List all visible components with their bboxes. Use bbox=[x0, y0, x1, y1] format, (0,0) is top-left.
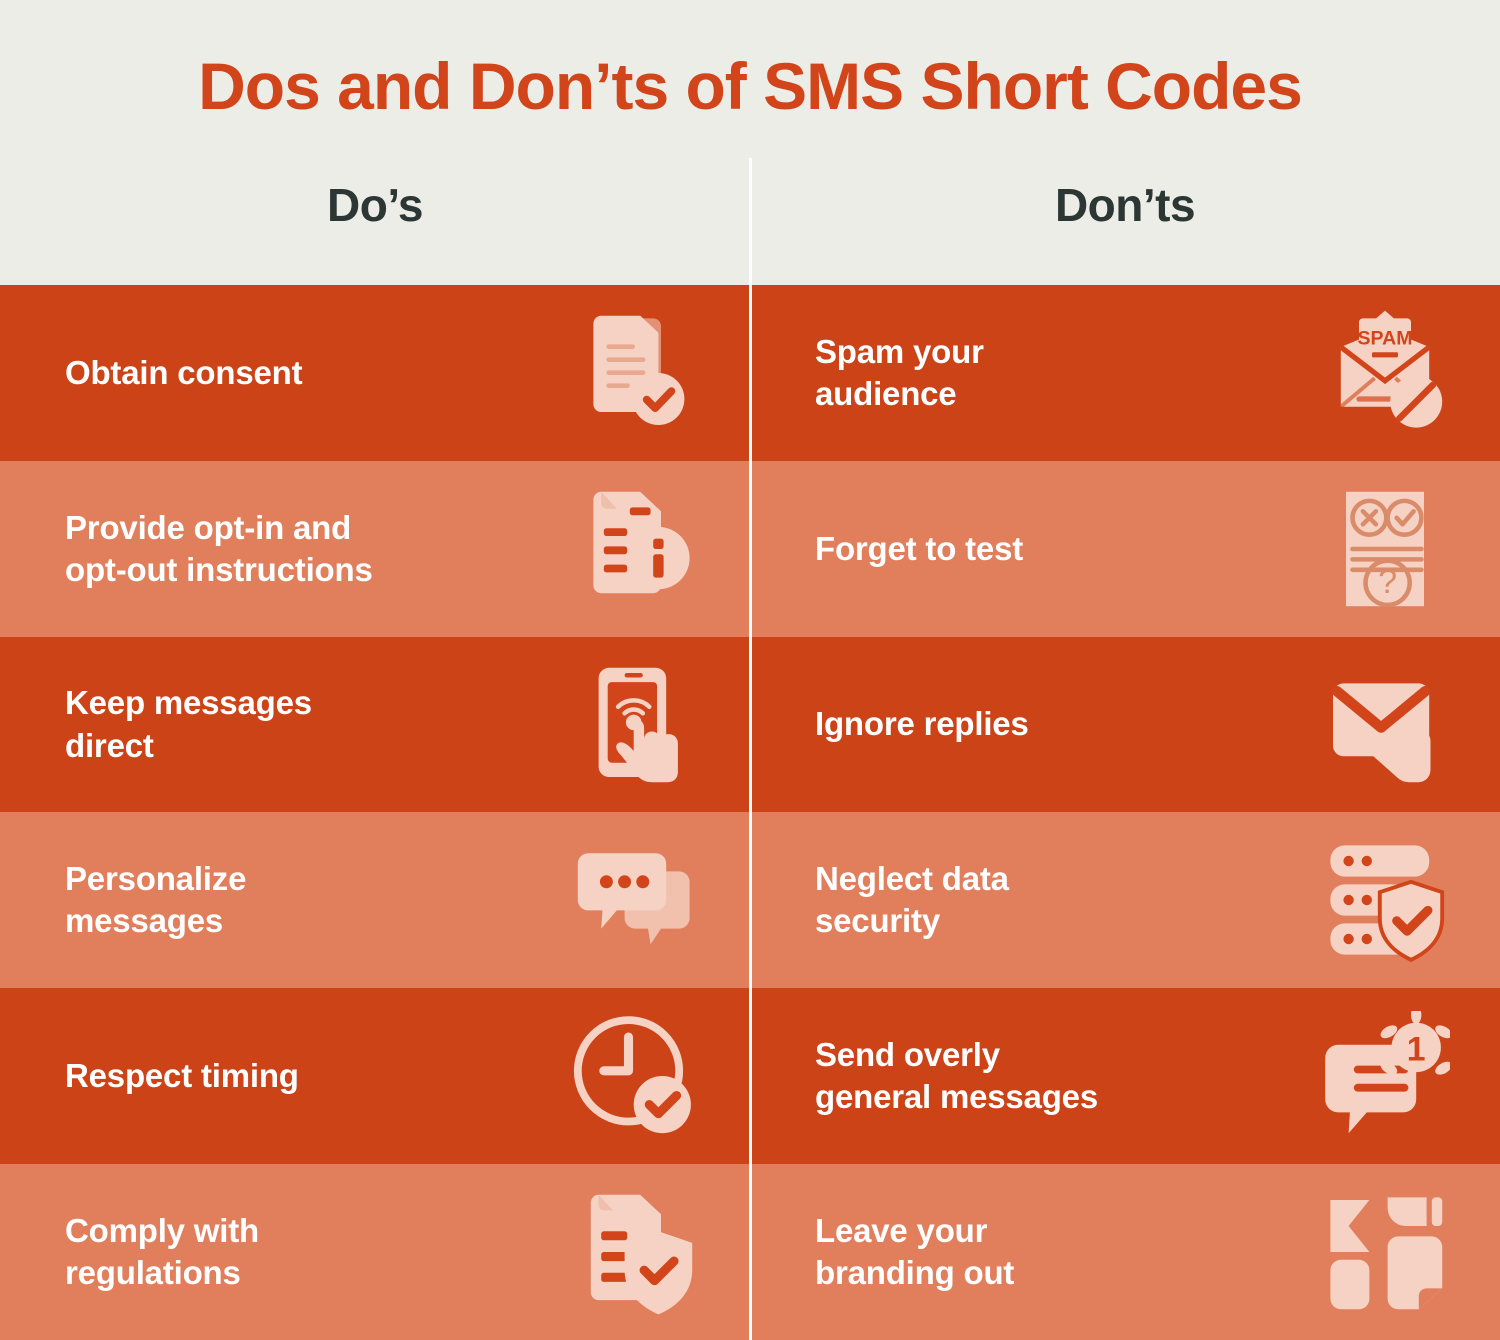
column-headings: Do’s Don’ts bbox=[0, 178, 1500, 258]
document-shield-check-icon bbox=[570, 1187, 700, 1317]
cell-donts: Leave your branding out bbox=[750, 1164, 1500, 1340]
cell-label: Personalize messages bbox=[65, 860, 247, 940]
cell-label: Leave your branding out bbox=[815, 1211, 1015, 1292]
cell-donts: Spam your audience bbox=[750, 285, 1500, 461]
column-divider bbox=[749, 460, 752, 637]
column-divider bbox=[749, 285, 752, 461]
table-row: Personalize messages Neglect data securit… bbox=[0, 812, 1500, 989]
document-check-icon bbox=[570, 308, 700, 438]
envelope-reply-icon bbox=[1320, 660, 1450, 790]
header: Dos and Don’ts of SMS Short Codes Do’s D… bbox=[0, 0, 1500, 285]
infographic-page: Dos and Don’ts of SMS Short Codes Do’s D… bbox=[0, 0, 1500, 1340]
cell-label: Comply with regulations bbox=[65, 1211, 259, 1292]
table-row: Comply with regulations Leave your brandi… bbox=[0, 1164, 1500, 1340]
cell-dos: Personalize messages bbox=[0, 812, 750, 988]
column-divider bbox=[749, 636, 752, 813]
cell-donts: Ignore replies bbox=[750, 637, 1500, 813]
cell-dos: Respect timing bbox=[0, 988, 750, 1164]
table-row: Keep messages direct Ignore replies bbox=[0, 636, 1500, 813]
cell-label: Respect timing bbox=[65, 1057, 299, 1095]
table-row: Respect timing Send overly general messag… bbox=[0, 988, 1500, 1165]
cell-label: Send overly general messages bbox=[815, 1035, 1098, 1116]
cell-donts: Send overly general messages bbox=[750, 988, 1500, 1164]
column-divider bbox=[749, 812, 752, 989]
page-title: Dos and Don’ts of SMS Short Codes bbox=[198, 49, 1303, 123]
phone-tap-icon bbox=[570, 660, 700, 790]
test-sheet-question-icon bbox=[1320, 484, 1450, 614]
cell-label: Keep messages direct bbox=[65, 684, 312, 764]
cell-dos: Comply with regulations bbox=[0, 1164, 750, 1340]
server-shield-check-icon bbox=[1320, 835, 1450, 965]
cell-label: Ignore replies bbox=[815, 705, 1029, 743]
cell-dos: Provide opt-in and opt-out instructions bbox=[0, 461, 750, 637]
spam-envelope-blocked-icon bbox=[1320, 308, 1450, 438]
cell-label: Provide opt-in and opt-out instructions bbox=[65, 508, 373, 588]
chat-bubbles-icon bbox=[570, 835, 700, 965]
column-heading-dos: Do’s bbox=[327, 179, 423, 231]
table-row: Provide opt-in and opt-out instructions F… bbox=[0, 460, 1500, 637]
document-info-icon bbox=[570, 484, 700, 614]
cell-donts: Forget to test bbox=[750, 461, 1500, 637]
column-divider bbox=[749, 988, 752, 1165]
clock-check-icon bbox=[570, 1011, 700, 1141]
cell-label: Obtain consent bbox=[65, 353, 303, 391]
branding-mark-icon bbox=[1320, 1187, 1450, 1317]
comparison-table: Obtain consent Spam your audience Provide … bbox=[0, 285, 1500, 1340]
cell-donts: Neglect data security bbox=[750, 812, 1500, 988]
cell-label: Forget to test bbox=[815, 529, 1024, 567]
cell-dos: Obtain consent bbox=[0, 285, 750, 461]
column-divider bbox=[749, 1164, 752, 1340]
column-heading-donts: Don’ts bbox=[1054, 179, 1196, 231]
chat-notification-badge-icon bbox=[1320, 1011, 1450, 1141]
cell-label: Neglect data security bbox=[815, 860, 1009, 940]
cell-dos: Keep messages direct bbox=[0, 637, 750, 813]
cell-label: Spam your audience bbox=[815, 332, 984, 412]
table-row: Obtain consent Spam your audience bbox=[0, 285, 1500, 461]
